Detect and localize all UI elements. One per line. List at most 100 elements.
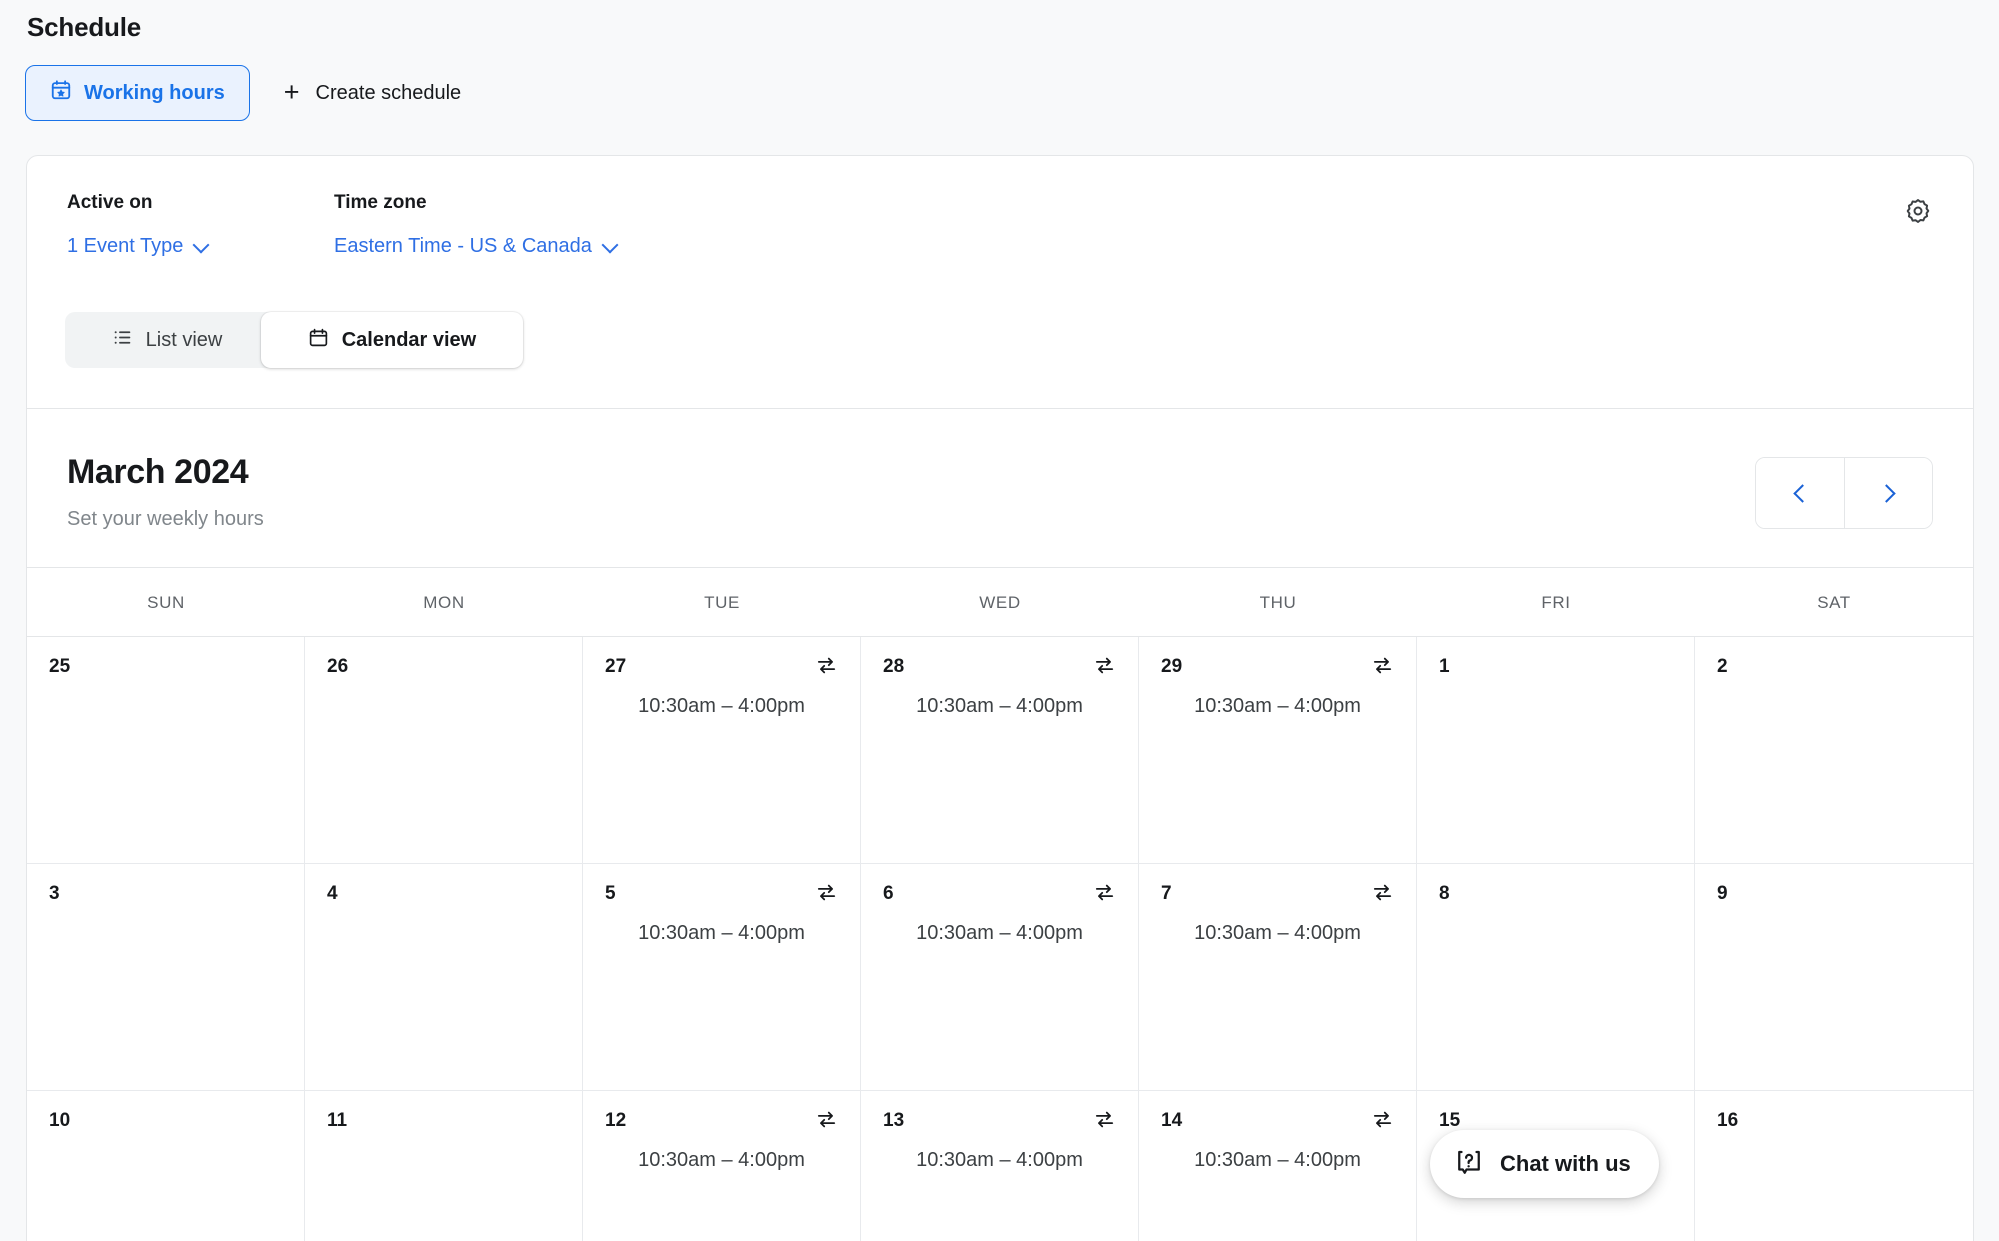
calendar-time-slot[interactable]: 10:30am – 4:00pm (605, 695, 838, 718)
active-on-dropdown[interactable]: 1 Event Type (67, 235, 208, 258)
timezone-dropdown[interactable]: Eastern Time - US & Canada (334, 235, 617, 258)
view-toggle-group: List view Calendar view (65, 312, 523, 368)
calendar-day-cell[interactable]: 13 10:30am – 4:00pm (861, 1091, 1139, 1241)
repeat-icon[interactable] (1093, 654, 1116, 677)
calendar-day-cell[interactable]: 26 (305, 637, 583, 864)
calendar-view-button[interactable]: Calendar view (261, 312, 523, 368)
month-header: March 2024 Set your weekly hours (27, 409, 1973, 568)
active-on-value: 1 Event Type (67, 235, 184, 257)
tab-working-hours-label: Working hours (84, 81, 225, 104)
calendar-day-cell[interactable]: 28 10:30am – 4:00pm (861, 637, 1139, 864)
calendar-day-cell[interactable]: 2 (1695, 637, 1973, 864)
month-title: March 2024 (67, 453, 249, 491)
calendar-day-cell-header: 5 (605, 884, 838, 910)
repeat-icon[interactable] (815, 654, 838, 677)
calendar-day-cell-header: 3 (49, 884, 282, 910)
calendar-day-number: 2 (1717, 656, 1728, 677)
repeat-icon[interactable] (1093, 881, 1116, 904)
calendar-time-slot[interactable]: 10:30am – 4:00pm (1161, 922, 1394, 945)
calendar-day-number: 7 (1161, 883, 1172, 904)
calendar-day-cell[interactable]: 8 (1417, 864, 1695, 1091)
calendar-day-cell[interactable]: 4 (305, 864, 583, 1091)
calendar-day-cell[interactable]: 10 (27, 1091, 305, 1241)
calendar-day-cell[interactable]: 7 10:30am – 4:00pm (1139, 864, 1417, 1091)
gear-icon (1904, 197, 1932, 230)
calendar-day-number: 27 (605, 656, 627, 677)
calendar-day-number: 16 (1717, 1110, 1739, 1131)
schedule-card-header: Active on 1 Event Type Time zone Eastern… (27, 156, 1973, 409)
page-title: Schedule (27, 12, 141, 42)
calendar-day-number: 26 (327, 656, 349, 677)
calendar-day-cell[interactable]: 6 10:30am – 4:00pm (861, 864, 1139, 1091)
repeat-icon[interactable] (815, 1108, 838, 1131)
calendar-day-cell[interactable]: 9 (1695, 864, 1973, 1091)
calendar-day-number: 9 (1717, 883, 1728, 904)
timezone-label: Time zone (334, 192, 427, 213)
timezone-group: Time zone Eastern Time - US & Canada (334, 192, 617, 258)
calendar-day-number: 25 (49, 656, 71, 677)
chat-with-us-label: Chat with us (1500, 1151, 1631, 1176)
calendar-day-cell[interactable]: 12 10:30am – 4:00pm (583, 1091, 861, 1241)
repeat-icon[interactable] (1371, 881, 1394, 904)
tab-create-schedule[interactable]: + Create schedule (268, 65, 477, 121)
calendar-day-cell[interactable]: 25 (27, 637, 305, 864)
dow-wed: WED (979, 593, 1021, 612)
repeat-icon[interactable] (815, 881, 838, 904)
calendar-day-cell-header: 4 (327, 884, 560, 910)
calendar-day-cell[interactable]: 1 (1417, 637, 1695, 864)
calendar-day-cell-header: 29 (1161, 657, 1394, 683)
calendar-day-cell[interactable]: 29 10:30am – 4:00pm (1139, 637, 1417, 864)
calendar-day-cell[interactable]: 16 (1695, 1091, 1973, 1241)
calendar-day-cell-header: 14 (1161, 1111, 1394, 1137)
calendar-day-cell-header: 25 (49, 657, 282, 683)
calendar-day-number: 29 (1161, 656, 1183, 677)
list-icon (112, 327, 133, 354)
dow-mon: MON (423, 593, 465, 612)
calendar-time-slot[interactable]: 10:30am – 4:00pm (605, 1149, 838, 1172)
repeat-icon[interactable] (1371, 654, 1394, 677)
calendar-day-cell-header: 7 (1161, 884, 1394, 910)
calendar-day-cell[interactable]: 14 10:30am – 4:00pm (1139, 1091, 1417, 1241)
calendar-day-cell-header: 12 (605, 1111, 838, 1137)
calendar-day-cell-header: 16 (1717, 1111, 1951, 1137)
calendar-time-slot[interactable]: 10:30am – 4:00pm (1161, 695, 1394, 718)
dow-sat: SAT (1817, 593, 1851, 612)
repeat-icon[interactable] (1371, 1108, 1394, 1131)
calendar-day-cell-header: 1 (1439, 657, 1672, 683)
calendar-day-cell-header: 6 (883, 884, 1116, 910)
tab-working-hours[interactable]: Working hours (25, 65, 250, 121)
chat-question-icon (1454, 1147, 1484, 1182)
calendar-day-cell-header: 13 (883, 1111, 1116, 1137)
calendar-time-slot[interactable]: 10:30am – 4:00pm (605, 922, 838, 945)
calendar-time-slot[interactable]: 10:30am – 4:00pm (883, 922, 1116, 945)
calendar-day-cell-header: 2 (1717, 657, 1951, 683)
calendar-day-cell[interactable]: 27 10:30am – 4:00pm (583, 637, 861, 864)
calendar-weeks-grid: 25 26 27 10:30am – 4:00pm 28 10:30am – 4:00pm… (27, 637, 1973, 1241)
next-month-button[interactable] (1844, 458, 1932, 528)
tab-create-schedule-label: Create schedule (315, 81, 462, 104)
calendar-day-number: 3 (49, 883, 60, 904)
calendar-day-number: 28 (883, 656, 905, 677)
calendar-time-slot[interactable]: 10:30am – 4:00pm (883, 1149, 1116, 1172)
schedule-tabstrip: Working hours + Create schedule (0, 43, 1999, 121)
calendar-day-cell[interactable]: 3 (27, 864, 305, 1091)
calendar-day-cell-header: 8 (1439, 884, 1672, 910)
chevron-down-icon (194, 238, 208, 252)
calendar-day-cell[interactable]: 5 10:30am – 4:00pm (583, 864, 861, 1091)
calendar-day-cell-header: 26 (327, 657, 560, 683)
settings-gear-button[interactable] (1901, 196, 1935, 230)
list-view-button[interactable]: List view (65, 312, 261, 368)
calendar-day-number: 13 (883, 1110, 905, 1131)
calendar-day-number: 4 (327, 883, 338, 904)
repeat-icon[interactable] (1093, 1108, 1116, 1131)
previous-month-button[interactable] (1756, 458, 1844, 528)
calendar-star-icon (50, 79, 72, 107)
calendar-time-slot[interactable]: 10:30am – 4:00pm (1161, 1149, 1394, 1172)
calendar-day-cell[interactable]: 11 (305, 1091, 583, 1241)
calendar-day-number: 12 (605, 1110, 627, 1131)
chat-with-us-button[interactable]: Chat with us (1430, 1130, 1659, 1198)
calendar-icon (308, 327, 329, 354)
calendar-time-slot[interactable]: 10:30am – 4:00pm (883, 695, 1116, 718)
month-subtitle: Set your weekly hours (67, 508, 264, 530)
dow-thu: THU (1259, 593, 1297, 612)
